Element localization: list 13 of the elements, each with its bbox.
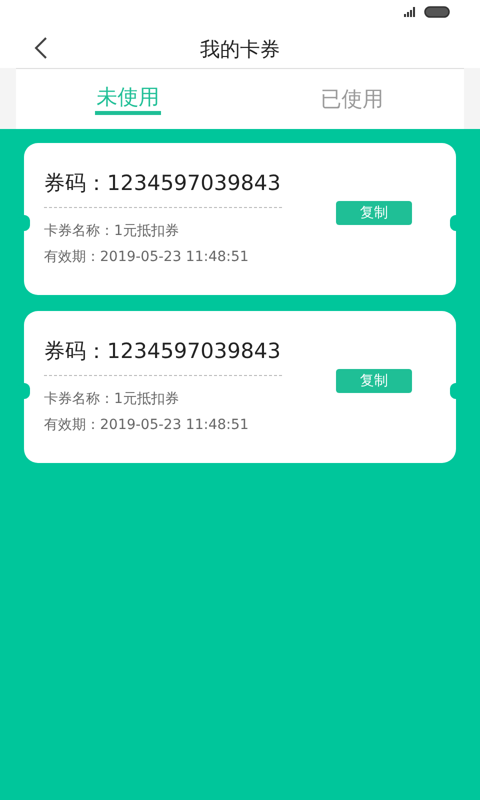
copy-button[interactable]: 复制 — [336, 201, 412, 225]
coupon-code: 券码：1234597039843 — [44, 338, 282, 364]
back-icon[interactable] — [34, 36, 48, 60]
expiry-date: 有效期：2019-05-23 11:48:51 — [44, 248, 250, 266]
copy-button[interactable]: 复制 — [336, 369, 412, 393]
expiry-date: 有效期：2019-05-23 11:48:51 — [44, 416, 250, 434]
signal-icon — [404, 7, 418, 17]
coupon-code: 券码：1234597039843 — [44, 170, 282, 196]
tab[interactable]: 已使用 — [240, 69, 464, 129]
battery-icon — [424, 6, 450, 18]
page-title: 我的卡券 — [200, 36, 280, 62]
coupon-name: 卡券名称：1元抵扣券 — [44, 390, 180, 408]
coupon-name: 卡券名称：1元抵扣券 — [44, 222, 180, 240]
